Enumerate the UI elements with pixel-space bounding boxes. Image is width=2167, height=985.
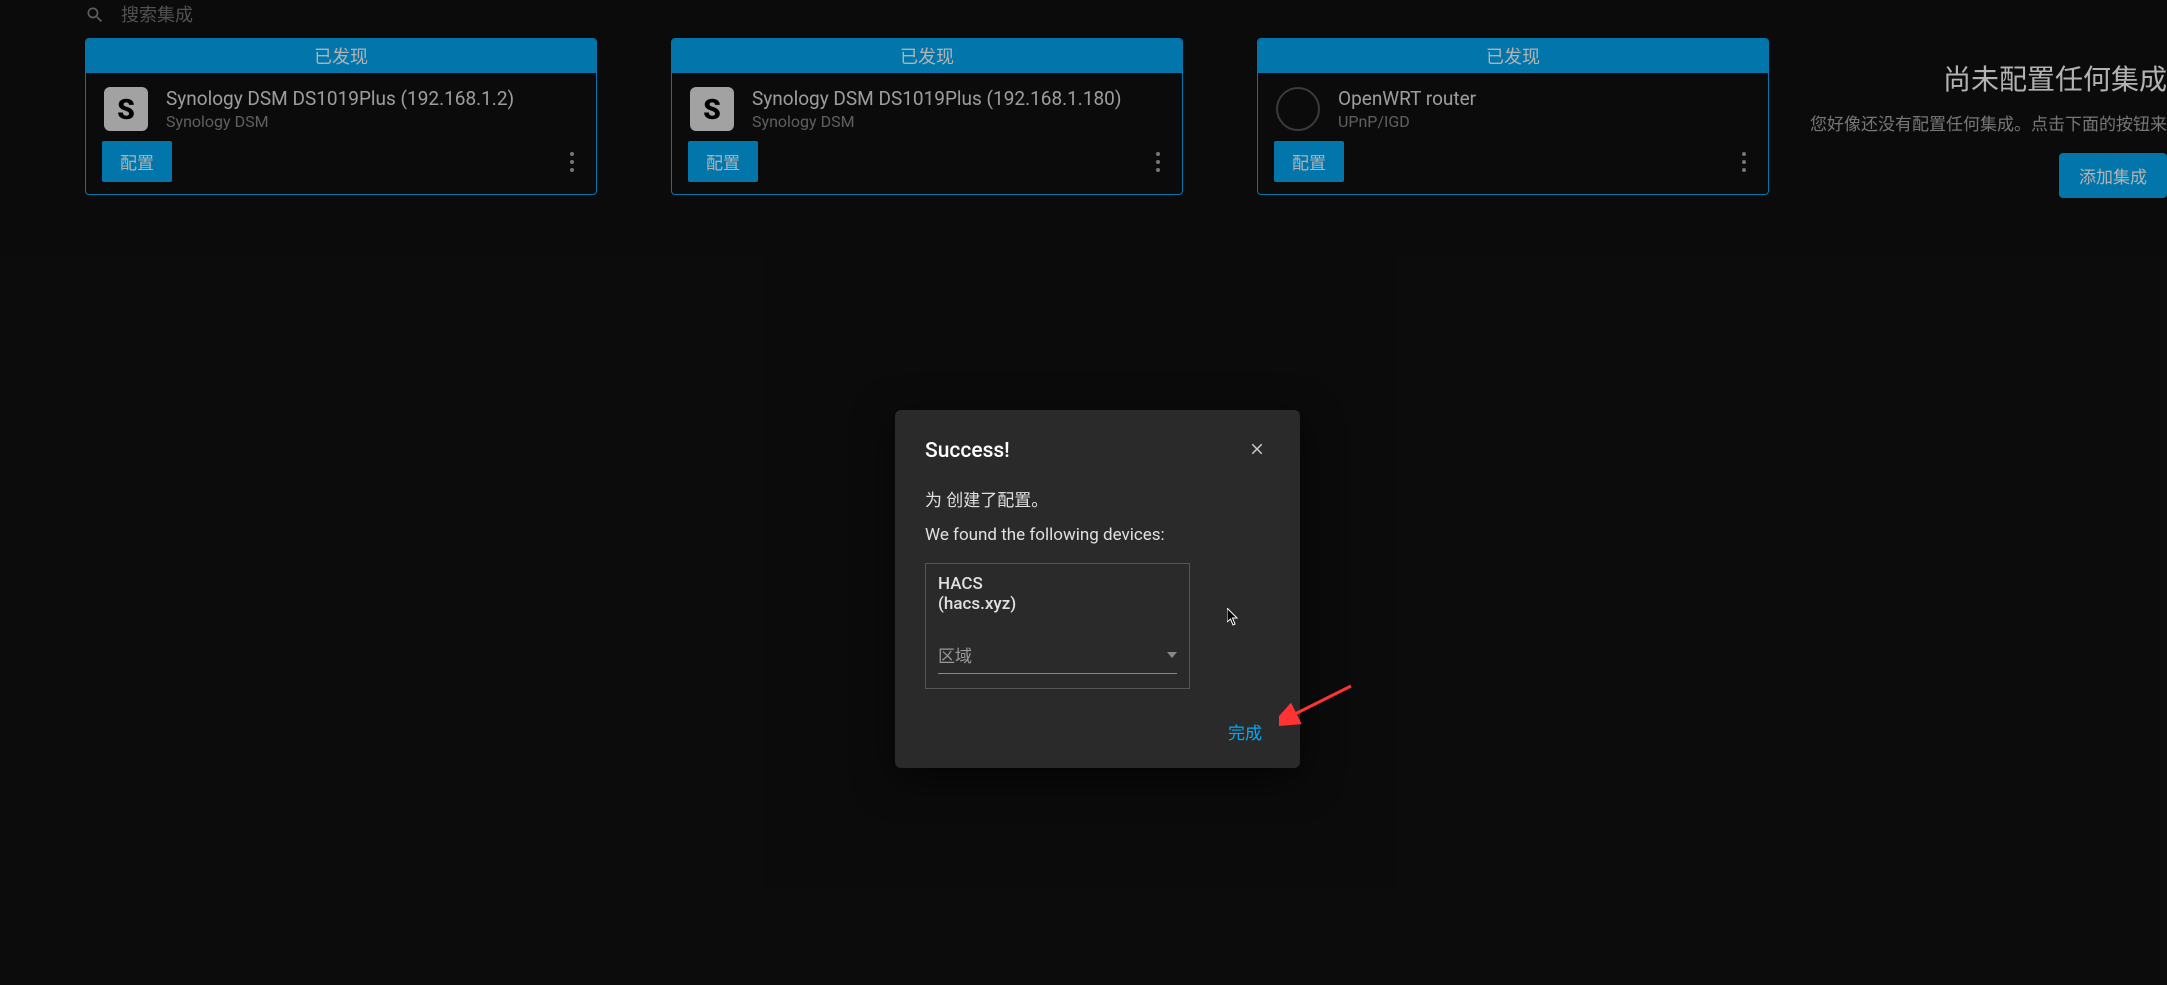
modal-config-created-text: 为 创建了配置。 — [925, 486, 1270, 511]
modal-header: Success! — [925, 436, 1270, 466]
device-domain: (hacs.xyz) — [938, 594, 1177, 614]
device-name: HACS — [938, 574, 1177, 594]
done-button[interactable]: 完成 — [1220, 713, 1270, 750]
area-select[interactable]: 区域 — [938, 642, 1177, 674]
close-button[interactable] — [1244, 436, 1270, 466]
chevron-down-icon — [1167, 652, 1177, 658]
device-box: HACS (hacs.xyz) 区域 — [925, 563, 1190, 689]
success-modal: Success! 为 创建了配置。 We found the following… — [895, 410, 1300, 768]
close-icon — [1248, 440, 1266, 458]
area-label: 区域 — [938, 642, 972, 667]
modal-title: Success! — [925, 439, 1010, 463]
modal-devices-found-text: We found the following devices: — [925, 525, 1270, 545]
modal-footer: 完成 — [925, 713, 1270, 750]
